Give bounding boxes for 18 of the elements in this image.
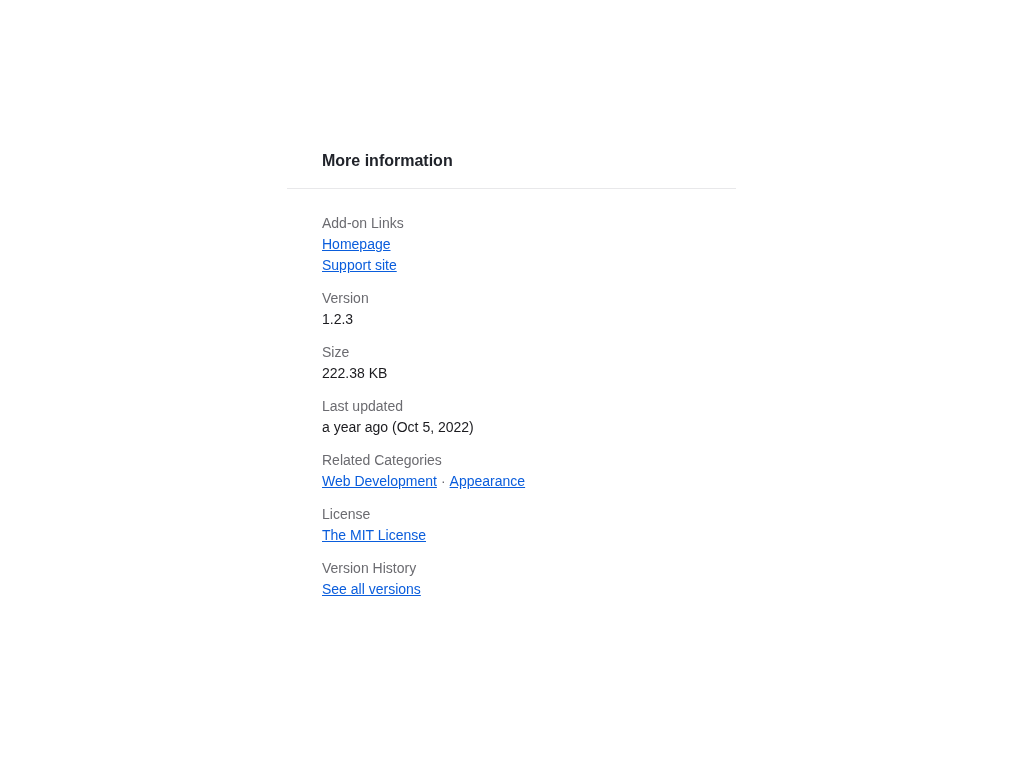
link[interactable]: The MIT License: [322, 525, 426, 546]
link[interactable]: Web Development: [322, 471, 437, 492]
field-label: Version: [322, 289, 369, 308]
link[interactable]: Homepage: [322, 234, 391, 255]
field-label: Related Categories: [322, 451, 442, 470]
field-label: Size: [322, 343, 350, 362]
separator-dot: ·: [440, 472, 446, 491]
link[interactable]: See all versions: [322, 579, 421, 600]
link[interactable]: Support site: [322, 255, 397, 276]
field-label: Add-on Links: [322, 214, 404, 233]
field-label: License: [322, 505, 371, 524]
field-value: 1.2.3: [322, 310, 354, 329]
section-title: More information: [322, 151, 453, 171]
field-label: Last updated: [322, 397, 403, 416]
field-value: 222.38 KB: [322, 364, 388, 383]
link[interactable]: Appearance: [449, 471, 526, 492]
field-label: Version History: [322, 559, 417, 578]
field-value: a year ago (Oct 5, 2022): [322, 418, 474, 437]
